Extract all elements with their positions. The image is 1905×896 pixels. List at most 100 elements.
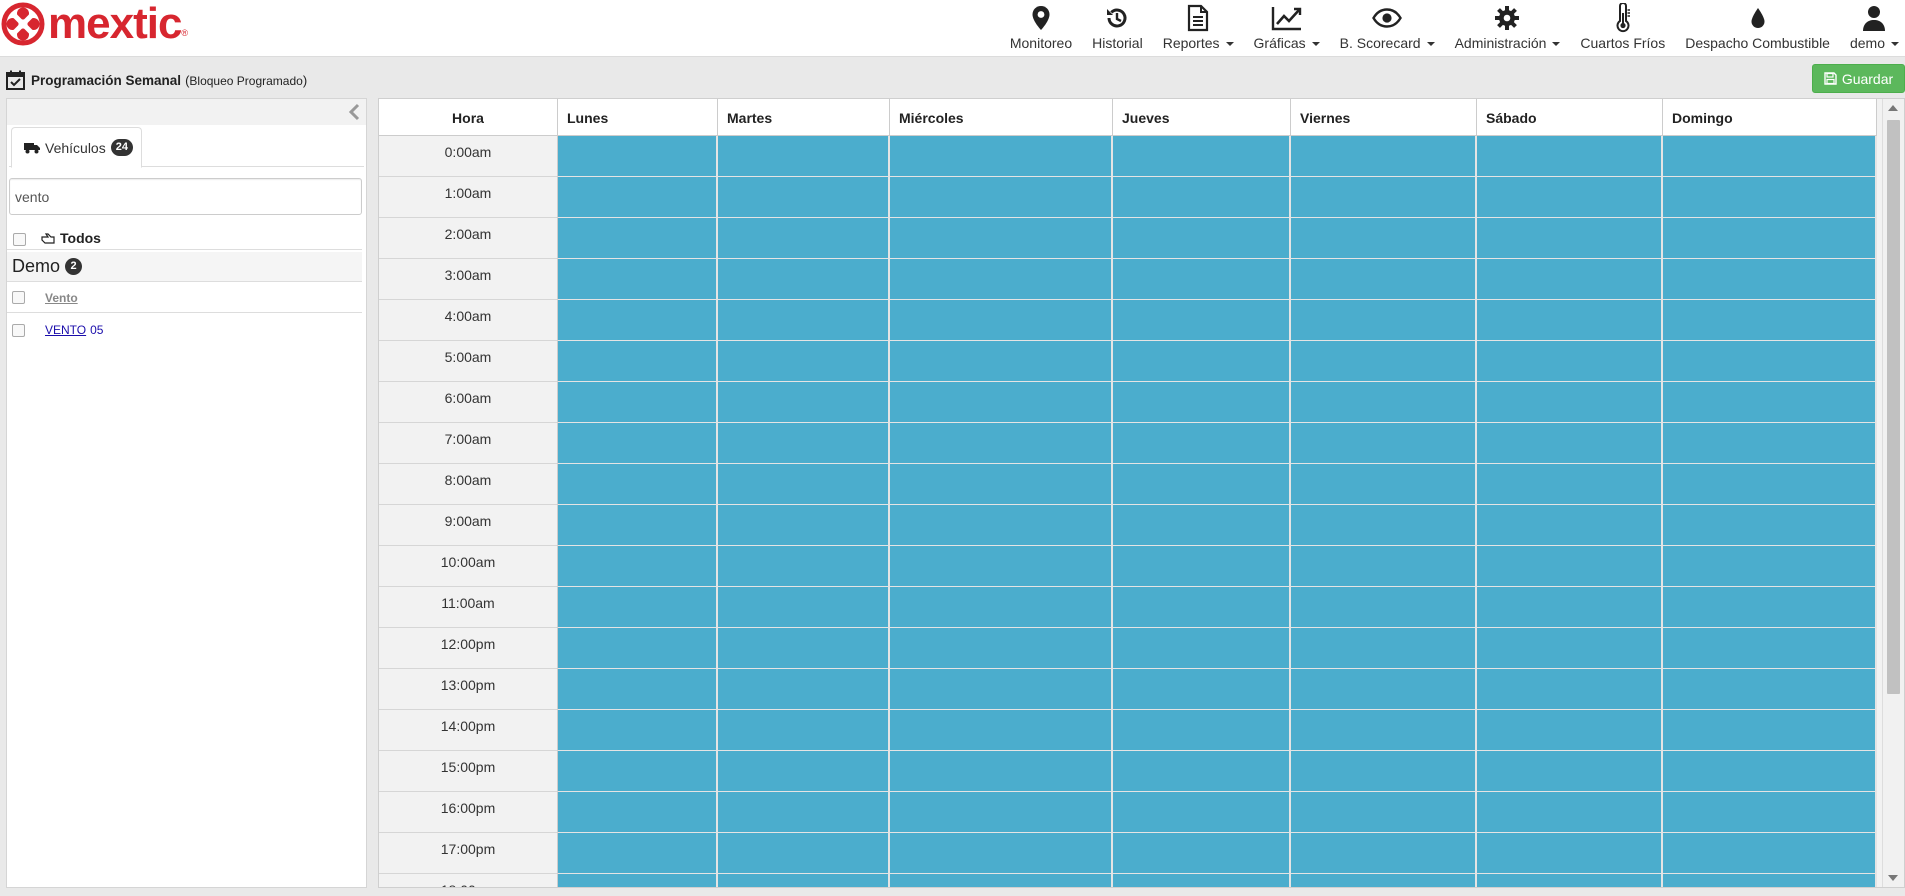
schedule-cell[interactable] [890,259,1113,300]
vehicle-search-input[interactable] [9,178,362,215]
save-button[interactable]: Guardar [1812,64,1905,93]
schedule-cell[interactable] [1113,341,1291,382]
schedule-cell[interactable] [1477,710,1663,751]
schedule-cell[interactable] [558,628,718,669]
schedule-cell[interactable] [718,833,890,874]
schedule-cell[interactable] [1113,300,1291,341]
schedule-cell[interactable] [1477,833,1663,874]
schedule-cell[interactable] [1477,669,1663,710]
schedule-cell[interactable] [890,669,1113,710]
schedule-cell[interactable] [890,751,1113,792]
schedule-cell[interactable] [1113,874,1291,887]
schedule-cell[interactable] [1291,259,1477,300]
schedule-cell[interactable] [890,587,1113,628]
group-header[interactable]: Demo 2 [7,252,362,282]
scroll-up-arrow-icon[interactable] [1888,105,1898,111]
schedule-cell[interactable] [1477,792,1663,833]
nav-administracion[interactable]: Administración [1445,0,1571,57]
schedule-cell[interactable] [1291,136,1477,177]
schedule-cell[interactable] [1113,136,1291,177]
schedule-cell[interactable] [1113,751,1291,792]
schedule-cell[interactable] [718,628,890,669]
schedule-cell[interactable] [890,177,1113,218]
schedule-cell[interactable] [1113,587,1291,628]
schedule-cell[interactable] [1477,546,1663,587]
tab-vehiculos[interactable]: Vehículos 24 [11,127,142,168]
schedule-cell[interactable] [1477,587,1663,628]
schedule-cell[interactable] [890,136,1113,177]
schedule-cell[interactable] [1291,300,1477,341]
schedule-cell[interactable] [1663,300,1877,341]
schedule-cell[interactable] [1663,464,1877,505]
subgroup-checkbox[interactable] [12,291,25,304]
schedule-cell[interactable] [1291,710,1477,751]
schedule-cell[interactable] [718,874,890,887]
schedule-cell[interactable] [1291,505,1477,546]
schedule-cell[interactable] [1291,218,1477,259]
schedule-cell[interactable] [1477,136,1663,177]
schedule-cell[interactable] [718,546,890,587]
schedule-cell[interactable] [1477,382,1663,423]
schedule-cell[interactable] [1113,669,1291,710]
schedule-cell[interactable] [718,751,890,792]
schedule-cell[interactable] [1477,300,1663,341]
schedule-cell[interactable] [558,464,718,505]
schedule-cell[interactable] [718,382,890,423]
schedule-cell[interactable] [558,833,718,874]
scrollbar-thumb[interactable] [1887,120,1900,694]
subgroup-link[interactable]: Vento [45,291,78,305]
nav-despacho-combustible[interactable]: Despacho Combustible [1675,0,1840,57]
schedule-cell[interactable] [718,505,890,546]
schedule-cell[interactable] [1663,669,1877,710]
schedule-cell[interactable] [718,136,890,177]
schedule-cell[interactable] [1113,710,1291,751]
schedule-cell[interactable] [718,464,890,505]
schedule-cell[interactable] [558,341,718,382]
schedule-cell[interactable] [718,218,890,259]
schedule-cell[interactable] [1477,177,1663,218]
schedule-cell[interactable] [1477,628,1663,669]
schedule-cell[interactable] [558,300,718,341]
schedule-cell[interactable] [1477,218,1663,259]
schedule-cell[interactable] [890,710,1113,751]
schedule-cell[interactable] [890,300,1113,341]
schedule-cell[interactable] [1663,874,1877,887]
schedule-cell[interactable] [558,710,718,751]
schedule-cell[interactable] [1291,546,1477,587]
nav-user-menu[interactable]: demo [1840,0,1905,57]
schedule-cell[interactable] [718,259,890,300]
schedule-cell[interactable] [558,136,718,177]
vehicle-checkbox[interactable] [12,323,25,337]
schedule-cell[interactable] [1663,218,1877,259]
schedule-cell[interactable] [1113,218,1291,259]
schedule-cell[interactable] [558,669,718,710]
schedule-cell[interactable] [558,505,718,546]
schedule-cell[interactable] [1663,628,1877,669]
schedule-cell[interactable] [1113,423,1291,464]
schedule-cell[interactable] [1477,751,1663,792]
schedule-cell[interactable] [1113,505,1291,546]
schedule-cell[interactable] [558,259,718,300]
schedule-cell[interactable] [558,218,718,259]
collapse-sidebar-button[interactable] [348,103,360,124]
schedule-cell[interactable] [1291,792,1477,833]
schedule-cell[interactable] [890,218,1113,259]
schedule-cell[interactable] [1113,628,1291,669]
schedule-cell[interactable] [558,177,718,218]
schedule-cell[interactable] [1477,259,1663,300]
schedule-cell[interactable] [1113,792,1291,833]
schedule-cell[interactable] [1663,423,1877,464]
schedule-cell[interactable] [1291,669,1477,710]
schedule-cell[interactable] [1113,259,1291,300]
schedule-cell[interactable] [1291,423,1477,464]
schedule-cell[interactable] [1663,136,1877,177]
schedule-cell[interactable] [890,505,1113,546]
schedule-cell[interactable] [1291,751,1477,792]
schedule-cell[interactable] [1291,833,1477,874]
schedule-cell[interactable] [1477,505,1663,546]
schedule-cell[interactable] [1663,341,1877,382]
schedule-cell[interactable] [1477,341,1663,382]
schedule-cell[interactable] [558,423,718,464]
nav-historial[interactable]: Historial [1082,0,1153,57]
schedule-cell[interactable] [890,874,1113,887]
